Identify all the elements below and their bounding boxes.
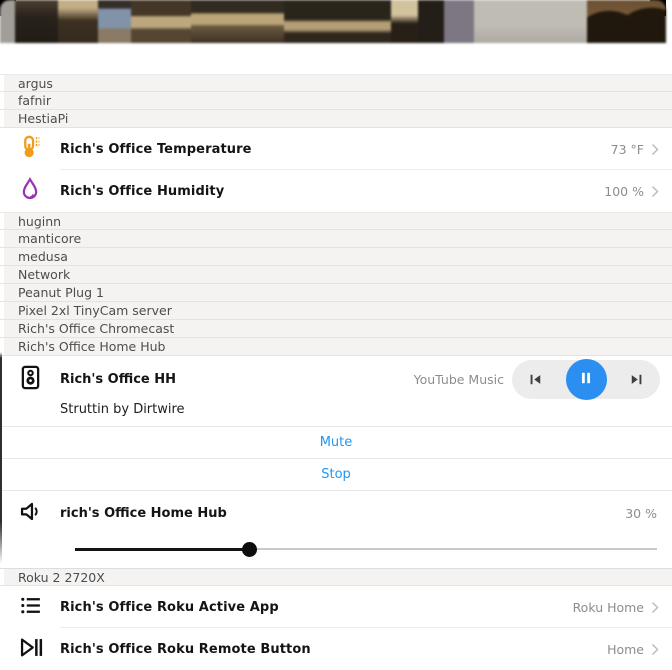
device-group-list-top: argus fafnir HestiaPi — [0, 74, 672, 128]
volume-medium-icon — [17, 498, 44, 529]
entity-row-temperature[interactable]: Rich's Office Temperature 73 °F — [0, 128, 672, 170]
entity-name: Rich's Office Humidity — [60, 184, 604, 199]
volume-slider[interactable] — [75, 541, 657, 557]
device-row-peanut-plug[interactable]: Peanut Plug 1 — [0, 284, 672, 302]
volume-entity-name: rich's Office Home Hub — [60, 506, 625, 521]
entity-value: Roku Home — [573, 600, 644, 615]
device-row-network[interactable]: Network — [0, 266, 672, 284]
device-row-roku[interactable]: Roku 2 2720X — [0, 568, 672, 586]
water-drop-icon — [17, 176, 43, 206]
entity-name: Rich's Office Temperature — [60, 142, 611, 157]
skip-previous-button[interactable] — [524, 368, 547, 391]
speaker-icon — [17, 364, 44, 395]
device-row-medusa[interactable]: medusa — [0, 248, 672, 266]
volume-slider-fill — [75, 548, 250, 551]
list-bulleted-icon — [18, 593, 43, 622]
entity-name: Rich's Office Roku Remote Button — [60, 642, 607, 657]
device-row-fafnir[interactable]: fafnir — [0, 92, 672, 110]
now-playing-label: Struttin by Dirtwire — [0, 402, 672, 426]
thermometer-icon — [17, 134, 43, 164]
entity-value: 73 °F — [611, 142, 644, 157]
device-row-chromecast[interactable]: Rich's Office Chromecast — [0, 320, 672, 338]
chevron-right-icon — [651, 143, 659, 156]
volume-slider-thumb[interactable] — [242, 542, 257, 557]
entity-value: Home — [607, 642, 644, 657]
media-player-row[interactable]: Rich's Office HH YouTube Music — [0, 356, 672, 402]
volume-section: rich's Office Home Hub 30 % — [0, 490, 672, 565]
skip-next-button[interactable] — [625, 368, 648, 391]
entity-row-roku-remote-button[interactable]: Rich's Office Roku Remote Button Home — [0, 628, 672, 670]
volume-value: 30 % — [625, 506, 657, 521]
media-controls — [512, 360, 660, 399]
device-row-tinycam[interactable]: Pixel 2xl TinyCam server — [0, 302, 672, 320]
entity-name: Rich's Office Roku Active App — [60, 600, 573, 615]
pause-icon — [577, 369, 595, 390]
chevron-right-icon — [651, 185, 659, 198]
header-photo-banner — [0, 0, 672, 43]
scroll-indicator — [0, 352, 2, 564]
media-app-label: YouTube Music — [414, 372, 504, 387]
chevron-right-icon — [651, 643, 659, 656]
device-row-home-hub[interactable]: Rich's Office Home Hub — [0, 338, 672, 356]
spacer — [0, 43, 672, 74]
pause-button[interactable] — [566, 359, 607, 400]
mute-button[interactable]: Mute — [0, 426, 672, 458]
play-pause-icon — [17, 634, 44, 665]
device-row-huginn[interactable]: huginn — [0, 212, 672, 230]
chevron-right-icon — [651, 601, 659, 614]
header-photo — [0, 0, 666, 43]
media-player-name: Rich's Office HH — [60, 372, 414, 387]
device-row-hestiapi[interactable]: HestiaPi — [0, 110, 672, 128]
entity-row-roku-active-app[interactable]: Rich's Office Roku Active App Roku Home — [0, 586, 672, 628]
device-row-manticore[interactable]: manticore — [0, 230, 672, 248]
device-list-app: argus fafnir HestiaPi Rich's Office Temp… — [0, 0, 672, 670]
entity-value: 100 % — [604, 184, 644, 199]
entity-row-humidity[interactable]: Rich's Office Humidity 100 % — [0, 170, 672, 212]
device-group-list-middle: huginn manticore medusa Network Peanut P… — [0, 212, 672, 356]
stop-button[interactable]: Stop — [0, 458, 672, 490]
device-row-argus[interactable]: argus — [0, 74, 672, 92]
media-player-card: Rich's Office HH YouTube Music Struttin … — [0, 356, 672, 565]
